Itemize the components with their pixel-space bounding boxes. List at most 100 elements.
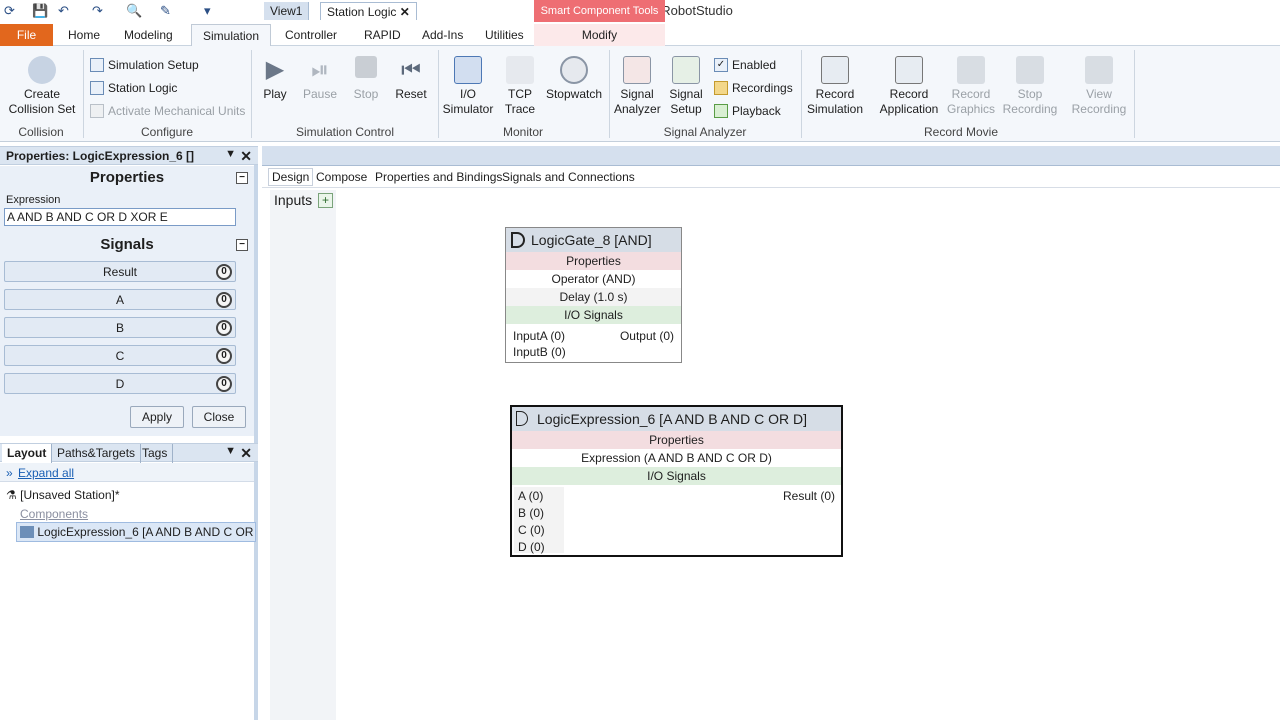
stopwatch-button[interactable]: Stopwatch [544,56,604,102]
gate-delay[interactable]: Delay (1.0 s) [506,288,681,306]
group-monitor: Monitor [502,125,543,139]
tcp-trace-button[interactable]: TCP Trace [500,56,540,117]
play-button[interactable]: ▶ Play [258,56,292,102]
collapse-icon[interactable]: − [236,239,248,251]
gate-input-b[interactable]: InputB (0) [513,345,566,359]
tab-addins[interactable]: Add-Ins [422,28,463,42]
signal-d[interactable]: D0 [4,373,236,394]
dropdown-icon[interactable]: ▼ [225,445,236,457]
record-simulation-button[interactable]: Record Simulation [804,56,866,117]
tab-simulation[interactable]: Simulation [191,24,271,47]
reset-button[interactable]: ⏮ Reset [392,56,430,102]
expr-input-a[interactable]: A (0) [518,489,543,503]
collapse-icon[interactable]: − [236,172,248,184]
tree-item-logicexpression[interactable]: LogicExpression_6 [A AND B AND C OR D] [16,522,256,542]
expand-all-link[interactable]: Expand all [18,466,74,480]
subtab-signals-connections[interactable]: Signals and Connections [499,170,638,184]
expression-label: Expression [6,194,61,206]
tab-modeling[interactable]: Modeling [124,28,173,42]
stop-recording-button[interactable]: Stop Recording [1002,56,1058,117]
add-input-button[interactable]: + [318,193,333,208]
layout-toolbar: » Expand all [0,463,254,482]
document-tabs [262,146,1280,166]
close-icon[interactable]: ✕ [400,5,410,19]
logicgate-card[interactable]: LogicGate_8 [AND] Properties Operator (A… [505,227,682,363]
record-graphics-button[interactable]: Record Graphics [944,56,998,117]
io-simulator-button[interactable]: I/O Simulator [442,56,494,117]
pause-button[interactable]: ⏯ Pause [300,56,340,102]
signal-a[interactable]: A0 [4,289,236,310]
tab-modify[interactable]: Modify [534,24,665,46]
tab-station-logic[interactable]: Station Logic ✕ [320,2,417,20]
create-collision-set-button[interactable]: Create Collision Set [4,56,80,117]
expand-icon: » [6,466,13,480]
close-button[interactable]: Close [192,406,246,428]
enabled-checkbox[interactable]: ✓ Enabled [714,58,776,72]
view-recording-button[interactable]: View Recording [1068,56,1130,117]
tab-view1[interactable]: View1 [264,2,310,20]
signal-value-icon[interactable]: 0 [216,348,232,364]
simulation-setup-icon [90,58,104,72]
station-logic-button[interactable]: Station Logic [90,81,177,95]
tab-home[interactable]: Home [68,28,100,42]
and-gate-icon [511,232,525,248]
stop-icon [355,56,377,78]
record-graphics-icon [957,56,985,84]
tab-rapid[interactable]: RAPID [364,28,401,42]
gate-output[interactable]: Output (0) [620,329,674,343]
logicgate-header[interactable]: LogicGate_8 [AND] [506,228,681,252]
signal-b[interactable]: B0 [4,317,236,338]
signal-setup-button[interactable]: Signal Setup [664,56,708,117]
tab-tags[interactable]: Tags [137,444,174,463]
dropdown-icon[interactable]: ▼ [225,148,236,160]
tab-file[interactable]: File [0,24,53,46]
tab-paths-targets[interactable]: Paths&Targets [52,444,142,463]
expr-properties-header: Properties [512,431,841,449]
signal-setup-icon [672,56,700,84]
signal-value-icon[interactable]: 0 [216,264,232,280]
pause-icon: ⏯ [311,57,329,82]
view-recording-icon [1085,56,1113,84]
signal-c[interactable]: C0 [4,345,236,366]
robot-icon [506,56,534,84]
collision-set-icon [28,56,56,84]
expr-input-c[interactable]: C (0) [518,523,545,537]
stop-button[interactable]: Stop [348,56,384,102]
recordings-button[interactable]: Recordings [714,81,793,95]
group-collision: Collision [18,125,64,139]
apply-button[interactable]: Apply [130,406,184,428]
tab-controller[interactable]: Controller [285,28,337,42]
ribbon: Create Collision Set Collision Simulatio… [0,46,1280,142]
expression-input[interactable]: A AND B AND C OR D XOR E [4,208,236,226]
close-icon[interactable]: ✕ [240,148,252,165]
simulation-setup-button[interactable]: Simulation Setup [90,58,199,72]
playback-button[interactable]: Playback [714,104,781,118]
tab-layout[interactable]: Layout [2,444,53,463]
signal-value-icon[interactable]: 0 [216,376,232,392]
gate-input-a[interactable]: InputA (0) [513,329,565,343]
gate-operator[interactable]: Operator (AND) [506,270,681,288]
expr-output-result[interactable]: Result (0) [783,489,835,503]
signal-value-icon[interactable]: 0 [216,320,232,336]
signal-analyzer-button[interactable]: Signal Analyzer [614,56,661,117]
subtab-properties-bindings[interactable]: Properties and Bindings [372,170,505,184]
stopwatch-icon [560,56,588,84]
expr-expression[interactable]: Expression (A AND B AND C OR D) [512,449,841,467]
subtab-compose[interactable]: Compose [313,170,370,184]
logicexpression-card[interactable]: LogicExpression_6 [A AND B AND C OR D] P… [510,405,843,557]
expr-input-b[interactable]: B (0) [518,506,544,520]
signal-result[interactable]: Result 0 [4,261,236,282]
signal-analyzer-icon [623,56,651,84]
tab-utilities[interactable]: Utilities [485,28,524,42]
activate-mechanical-units-button[interactable]: Activate Mechanical Units [90,104,245,118]
logicexpression-header[interactable]: LogicExpression_6 [A AND B AND C OR D] [512,407,841,431]
tree-components[interactable]: Components [20,507,88,521]
inputs-label: Inputs [274,192,313,208]
expr-input-d[interactable]: D (0) [518,540,545,554]
record-application-button[interactable]: Record Application [876,56,942,117]
close-icon[interactable]: ✕ [240,445,252,462]
signal-value-icon[interactable]: 0 [216,292,232,308]
section-signals: Signals − [0,236,254,253]
tree-station[interactable]: ⚗ [Unsaved Station]* [6,488,120,502]
subtab-design[interactable]: Design [268,168,314,186]
